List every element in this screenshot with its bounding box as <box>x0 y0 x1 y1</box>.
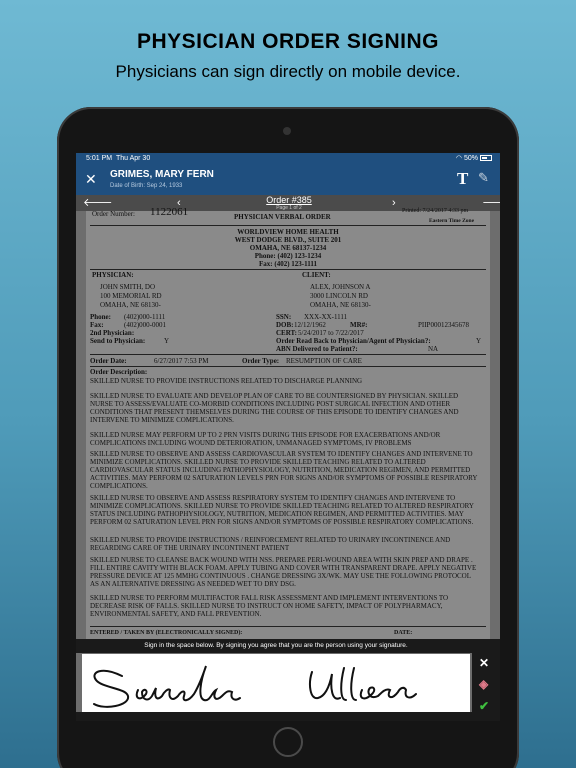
status-date: Thu Apr 30 <box>115 155 151 162</box>
order-document: Order Number: 1122061 PHYSICIAN VERBAL O… <box>86 206 490 641</box>
order-type-value: RESUMPTION OF CARE <box>286 357 362 365</box>
next-page-chevron-icon[interactable]: › <box>392 195 396 211</box>
agency-line: WEST DODGE BLVD., SUITE 201 <box>234 236 342 244</box>
app-header: ✕ GRIMES, MARY FERN Date of Birth: Sep 2… <box>76 165 500 195</box>
printed-date: Printed: 7/24/2017 4:33 pm <box>402 208 469 214</box>
readback-label: Order Read Back to Physician/Agent of Ph… <box>276 337 431 345</box>
client-label: CLIENT: <box>302 271 331 279</box>
cert-label: CERT: <box>276 329 298 337</box>
camera <box>283 127 291 135</box>
dob-label: DOB: <box>276 321 294 329</box>
physician-line: JOHN SMITH, DO <box>100 283 156 291</box>
timezone: Eastern Time Zone <box>429 218 475 224</box>
order-date-value: 6/27/2017 7:53 PM <box>154 357 209 365</box>
order-description-label: Order Description: <box>90 368 148 376</box>
signature-stroke <box>309 667 417 701</box>
readback-value: Y <box>476 337 482 345</box>
cert-value: 5/24/2017 to 7/22/2017 <box>298 329 364 337</box>
dob-value: 12/12/1962 <box>294 321 326 329</box>
second-physician-label: 2nd Physician: <box>90 329 135 337</box>
order-paragraph: SKILLED NURSE TO PERFORM MULTIFACTOR FAL… <box>90 594 449 618</box>
ssn-label: SSN: <box>276 313 292 321</box>
abn-value: NA <box>428 345 439 353</box>
eraser-icon[interactable]: ◈ <box>479 677 488 691</box>
order-paragraph: SKILLED NURSE TO PROVIDE INSTRUCTIONS RE… <box>90 377 363 385</box>
order-type-label: Order Type: <box>242 357 280 365</box>
order-paragraph: SKILLED NURSE MAY PERFORM UP TO 2 PRN VI… <box>90 431 441 447</box>
phone-label: Phone: <box>90 313 111 321</box>
abn-label: ABN Delivered to Patient?: <box>276 345 358 353</box>
signature-drawing <box>93 665 417 708</box>
battery-percent: 50% <box>463 155 478 162</box>
order-paragraph: SKILLED NURSE TO OBSERVE AND ASSESS RESP… <box>90 494 474 526</box>
order-date-label: Order Date: <box>90 357 127 365</box>
status-time: 5:01 PM <box>86 155 113 162</box>
close-icon[interactable]: ✕ <box>85 171 97 188</box>
order-paragraph: SKILLED NURSE TO EVALUATE AND DEVELOP PL… <box>90 392 459 424</box>
phone-value: (402)000-1111 <box>124 313 166 321</box>
send-value: Y <box>164 337 170 345</box>
order-number-label: Order Number: <box>92 210 135 218</box>
text-tool-icon[interactable]: T <box>457 169 468 189</box>
mr-label: MR#: <box>350 321 368 329</box>
patient-dob: Date of Birth: Sep 24, 1933 <box>110 183 183 189</box>
date-label: DATE: <box>394 630 413 636</box>
physician-line: OMAHA, NE 68130- <box>100 301 161 309</box>
last-page-arrow-icon[interactable]: 🡒 <box>482 195 500 211</box>
client-line: 3000 LINCOLN RD <box>310 292 368 300</box>
fax-label: Fax: <box>90 321 104 329</box>
agency-line: OMAHA, NE 68137-1234 <box>249 244 327 252</box>
send-label: Send to Physician: <box>90 337 146 345</box>
mr-value: PIIP00012345678 <box>418 321 469 329</box>
order-number[interactable]: Order #385 <box>262 195 316 205</box>
promo-subtitle: Physicians can sign directly on mobile d… <box>115 62 461 81</box>
patient-name: GRIMES, MARY FERN <box>110 169 214 180</box>
entered-by-label: ENTERED / TAKEN BY (ELECTRONICALLY SIGNE… <box>90 630 243 636</box>
signature-pad[interactable] <box>82 654 470 712</box>
home-button[interactable] <box>273 727 303 757</box>
order-paragraph: SKILLED NURSE TO OBSERVE AND ASSESS CARD… <box>90 450 478 490</box>
client-line: ALEX, JOHNSON A <box>310 283 371 291</box>
physician-label: PHYSICIAN: <box>92 271 134 279</box>
agency-line: Phone: (402) 123-1234 <box>254 252 322 260</box>
promo-title: PHYSICIAN ORDER SIGNING <box>136 30 440 53</box>
signature-stroke <box>93 665 241 708</box>
wifi-icon: ◠ <box>455 155 463 162</box>
fax-value: (402)000-0001 <box>124 321 166 329</box>
agency-line: Fax: (402) 123-1111 <box>259 260 317 268</box>
ssn-value: XXX-XX-1111 <box>304 313 348 321</box>
pen-icon[interactable]: ✎ <box>478 170 489 186</box>
client-line: OMAHA, NE 68130- <box>310 301 371 309</box>
signature-tools: ✕ ◈ ✔ <box>472 653 500 721</box>
order-paragraph: SKILLED NURSE TO CLEANSE BACK WOUND WITH… <box>90 556 477 588</box>
status-bar: 5:01 PM Thu Apr 30 ◠ 50% <box>76 153 500 165</box>
battery-icon <box>480 155 492 162</box>
signature-pad-footer <box>76 712 472 721</box>
app-screen: 5:01 PM Thu Apr 30 ◠ 50% ✕ GRIMES, MARY … <box>76 153 500 721</box>
accept-check-icon[interactable]: ✔ <box>479 699 489 713</box>
order-paragraph: SKILLED NURSE TO PROVIDE INSTRUCTIONS / … <box>90 536 451 552</box>
sign-instruction: Sign in the space below. By signing you … <box>76 639 500 653</box>
physician-line: 100 MEMORIAL RD <box>100 292 162 300</box>
clear-icon[interactable]: ✕ <box>479 656 489 670</box>
document-title: PHYSICIAN VERBAL ORDER <box>234 213 331 221</box>
first-page-arrow-icon[interactable]: 🡐 <box>83 195 113 211</box>
order-number-value: 1122061 <box>150 206 189 218</box>
agency-line: WORLDVIEW HOME HEALTH <box>237 228 339 236</box>
